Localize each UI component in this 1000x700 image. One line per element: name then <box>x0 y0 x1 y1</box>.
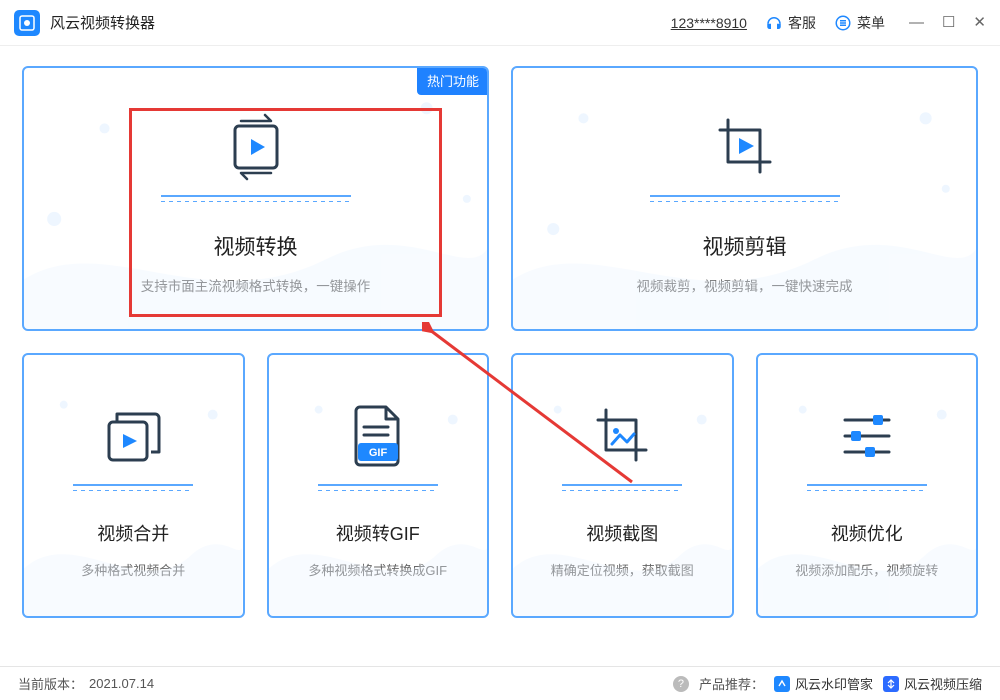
card-video-merge[interactable]: 视频合并 多种格式视频合并 <box>22 353 245 618</box>
help-icon[interactable]: ? <box>673 676 689 692</box>
card-desc: 视频裁剪，视频剪辑，一键快速完成 <box>637 275 853 295</box>
minimize-button[interactable]: ― <box>909 15 924 30</box>
card-video-gif[interactable]: GIF 视频转GIF 多种视频格式转换成GIF <box>267 353 490 618</box>
convert-icon <box>221 109 291 185</box>
card-desc: 支持市面主流视频格式转换，一键操作 <box>141 275 371 295</box>
menu-button[interactable]: 菜单 <box>834 13 885 33</box>
statusbar: 当前版本： 2021.07.14 ? 产品推荐： 风云水印管家 风云视频压缩 <box>0 666 1000 700</box>
gif-badge-text: GIF <box>369 447 388 459</box>
card-video-edit[interactable]: 视频剪辑 视频裁剪，视频剪辑，一键快速完成 <box>511 66 978 331</box>
version-label: 当前版本： <box>18 674 83 693</box>
customer-service-label: 客服 <box>788 13 816 33</box>
hot-badge: 热门功能 <box>417 66 489 95</box>
card-title: 视频转GIF <box>336 520 420 546</box>
card-desc: 视频添加配乐，视频旋转 <box>795 560 938 579</box>
card-video-optimize[interactable]: 视频优化 视频添加配乐，视频旋转 <box>756 353 979 618</box>
card-video-convert[interactable]: 热门功能 视频转换 支持市面主流视频格式转换，一键操作 <box>22 66 489 331</box>
user-id-link[interactable]: 123****8910 <box>671 15 747 31</box>
product-icon <box>774 676 790 692</box>
card-desc: 多种视频格式转换成GIF <box>308 560 447 579</box>
card-title: 视频截图 <box>586 520 658 546</box>
close-button[interactable]: ✕ <box>973 15 986 30</box>
merge-icon <box>101 398 165 474</box>
sliders-icon <box>835 398 899 474</box>
app-title: 风云视频转换器 <box>50 12 155 33</box>
headset-icon <box>765 14 783 32</box>
crop-play-icon <box>710 109 780 185</box>
card-title: 视频转换 <box>214 231 298 261</box>
gif-file-icon: GIF <box>348 398 408 474</box>
customer-service-button[interactable]: 客服 <box>765 13 816 33</box>
crop-image-icon <box>590 398 654 474</box>
card-desc: 多种格式视频合并 <box>81 560 185 579</box>
recommend-label: 产品推荐： <box>699 674 764 693</box>
recommend-label-2: 风云视频压缩 <box>904 674 982 693</box>
card-title: 视频合并 <box>97 520 169 546</box>
menu-icon <box>834 14 852 32</box>
maximize-button[interactable]: ☐ <box>942 15 955 30</box>
version-value: 2021.07.14 <box>89 676 154 691</box>
recommend-link-compress[interactable]: 风云视频压缩 <box>883 674 982 693</box>
recommend-link-watermark[interactable]: 风云水印管家 <box>774 674 873 693</box>
titlebar: 风云视频转换器 123****8910 客服 菜单 ― ☐ ✕ <box>0 0 1000 46</box>
card-title: 视频剪辑 <box>703 231 787 261</box>
card-title: 视频优化 <box>831 520 903 546</box>
app-logo-icon <box>14 10 40 36</box>
recommend-label-1: 风云水印管家 <box>795 674 873 693</box>
card-video-screenshot[interactable]: 视频截图 精确定位视频，获取截图 <box>511 353 734 618</box>
product-icon <box>883 676 899 692</box>
main-content: 热门功能 视频转换 支持市面主流视频格式转换，一键操作 <box>0 46 1000 618</box>
card-desc: 精确定位视频，获取截图 <box>551 560 694 579</box>
menu-label: 菜单 <box>857 13 885 33</box>
